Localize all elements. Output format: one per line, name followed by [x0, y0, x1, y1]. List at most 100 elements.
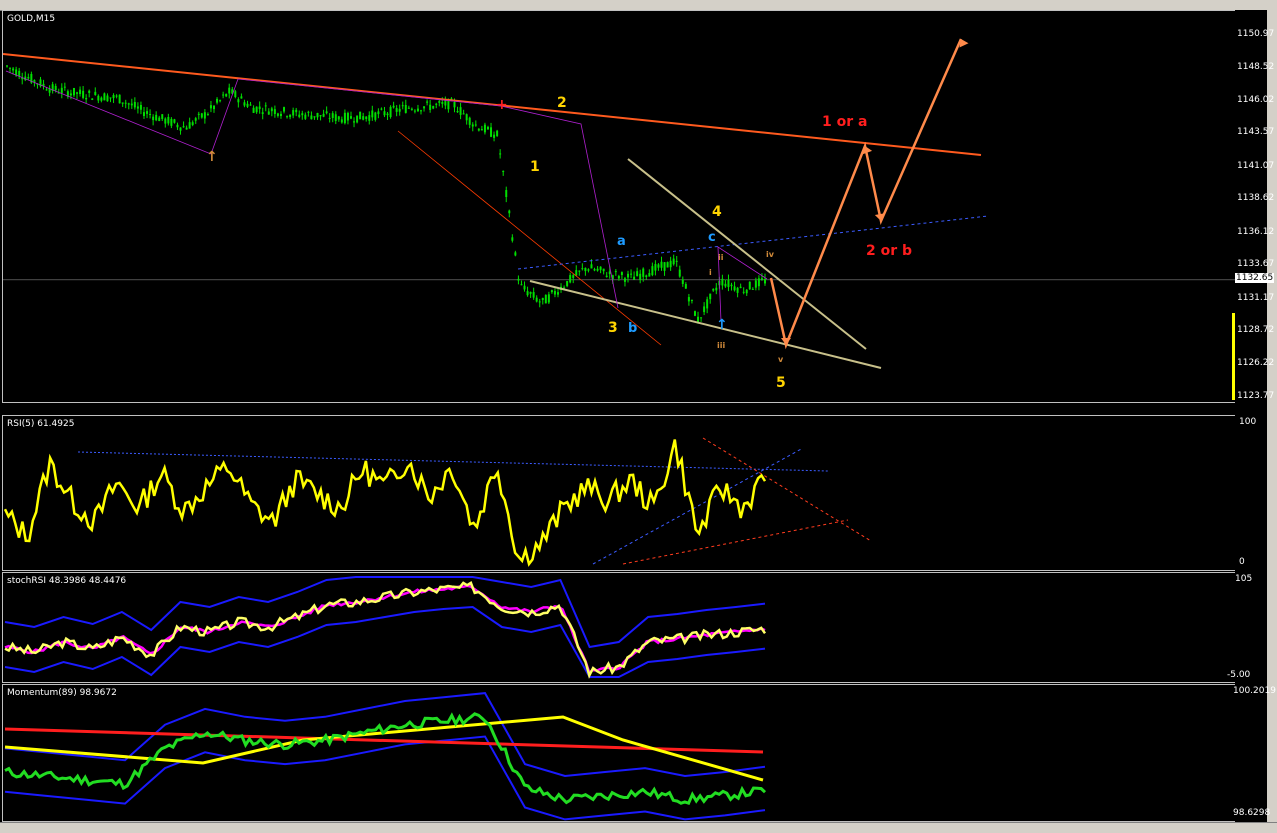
momentum-panel[interactable]: Momentum(89) 98.9672	[2, 684, 1237, 822]
price-candle	[599, 266, 602, 270]
price-candle	[751, 288, 754, 290]
price-candle	[54, 85, 57, 91]
price-candle	[593, 269, 596, 271]
price-candle	[639, 273, 642, 280]
price-candle	[270, 108, 273, 112]
price-candle	[179, 127, 182, 131]
price-candle	[435, 103, 438, 105]
price-panel[interactable]: GOLD,M15 ↑ ↑ +1 2 3 4 5 a b c ii iii iv v i 1 or a2 or …	[2, 10, 1237, 403]
price-candle	[234, 91, 237, 98]
price-tick-label: 1150.97	[1237, 29, 1275, 39]
price-candle	[757, 278, 760, 287]
wedge-lower-line	[529, 280, 882, 369]
rsi-trendline	[592, 447, 804, 565]
price-candle	[401, 105, 404, 107]
price-candle	[88, 90, 91, 93]
wave-label: 1	[530, 159, 540, 175]
price-candle	[596, 268, 599, 271]
price-candle	[18, 70, 21, 77]
price-candle	[246, 103, 249, 107]
price-candle	[276, 113, 279, 116]
price-candle	[118, 94, 121, 104]
price-candle	[365, 116, 368, 119]
price-candle	[97, 95, 100, 101]
stochrsi-panel[interactable]: stochRSI 48.3986 48.4476	[2, 572, 1237, 683]
price-candle	[167, 116, 170, 124]
stochrsi-slow-line	[4, 584, 766, 675]
price-candle	[584, 267, 587, 272]
price-candle	[377, 111, 380, 115]
rsi-panel[interactable]: RSI(5) 61.4925	[2, 415, 1237, 571]
price-candle	[103, 93, 106, 101]
price-candle	[508, 210, 511, 214]
price-candle	[517, 278, 520, 281]
price-candle	[477, 128, 480, 131]
price-candle	[289, 114, 292, 118]
price-candle	[666, 262, 669, 268]
price-candle	[356, 115, 359, 123]
price-candle	[325, 111, 328, 114]
price-candle	[301, 113, 304, 116]
wave-label: b	[628, 321, 637, 336]
price-candle	[200, 113, 203, 118]
price-tick-label: 1126.22	[1237, 358, 1275, 369]
momentum-axis: 100.2019 98.6298	[1233, 684, 1276, 822]
price-candle	[432, 106, 435, 109]
price-candle	[334, 114, 337, 121]
price-candle	[669, 260, 672, 268]
price-candle	[590, 264, 593, 269]
price-candle	[258, 106, 261, 110]
price-candle	[112, 95, 115, 99]
cross-marker: +	[496, 97, 508, 113]
price-candle	[219, 100, 222, 102]
price-candle	[633, 276, 636, 280]
stochrsi-tick-low: -5.00	[1227, 670, 1251, 680]
price-candle	[529, 292, 532, 294]
price-tick-label: 1148.52	[1237, 61, 1275, 72]
price-candle	[273, 109, 276, 114]
price-tick-label: 1143.57	[1237, 127, 1275, 138]
price-candle	[304, 114, 307, 119]
price-candle	[468, 117, 471, 125]
price-candle	[678, 269, 681, 277]
price-candle	[496, 130, 499, 136]
price-candle	[222, 94, 225, 96]
price-candle	[194, 118, 197, 121]
price-candle	[295, 109, 298, 113]
price-candle	[648, 273, 651, 277]
price-candle	[346, 112, 349, 121]
rsi-tick-high: 100	[1239, 417, 1257, 427]
price-candle	[82, 90, 85, 98]
price-candle	[228, 87, 231, 94]
price-candle	[76, 92, 79, 94]
price-candle	[627, 273, 630, 278]
price-candle	[748, 281, 751, 290]
projection-path	[769, 38, 963, 350]
price-candle	[471, 124, 474, 127]
momentum-upper-band	[4, 692, 766, 778]
price-candle	[48, 88, 51, 93]
price-candle	[553, 291, 556, 295]
price-candle	[566, 281, 569, 287]
price-candle	[706, 299, 709, 309]
price-candle	[532, 292, 535, 298]
price-candle	[359, 111, 362, 120]
price-candle	[100, 97, 103, 101]
price-candle	[9, 67, 12, 69]
price-candle	[343, 112, 346, 124]
price-candle	[535, 297, 538, 302]
price-candle	[605, 275, 608, 278]
price-candle	[27, 77, 30, 79]
rsi-chart	[3, 437, 872, 567]
price-candle	[736, 287, 739, 293]
blue-dotted-trendline	[517, 215, 989, 270]
resistance-trendline	[3, 53, 982, 156]
price-candle	[760, 278, 763, 280]
price-candle	[645, 275, 648, 277]
price-candle	[383, 111, 386, 116]
price-candle	[410, 108, 413, 110]
wave-label: v	[778, 355, 784, 364]
stochrsi-tick-high: 105	[1235, 574, 1253, 584]
price-candle	[79, 89, 82, 95]
price-candle	[310, 115, 313, 120]
